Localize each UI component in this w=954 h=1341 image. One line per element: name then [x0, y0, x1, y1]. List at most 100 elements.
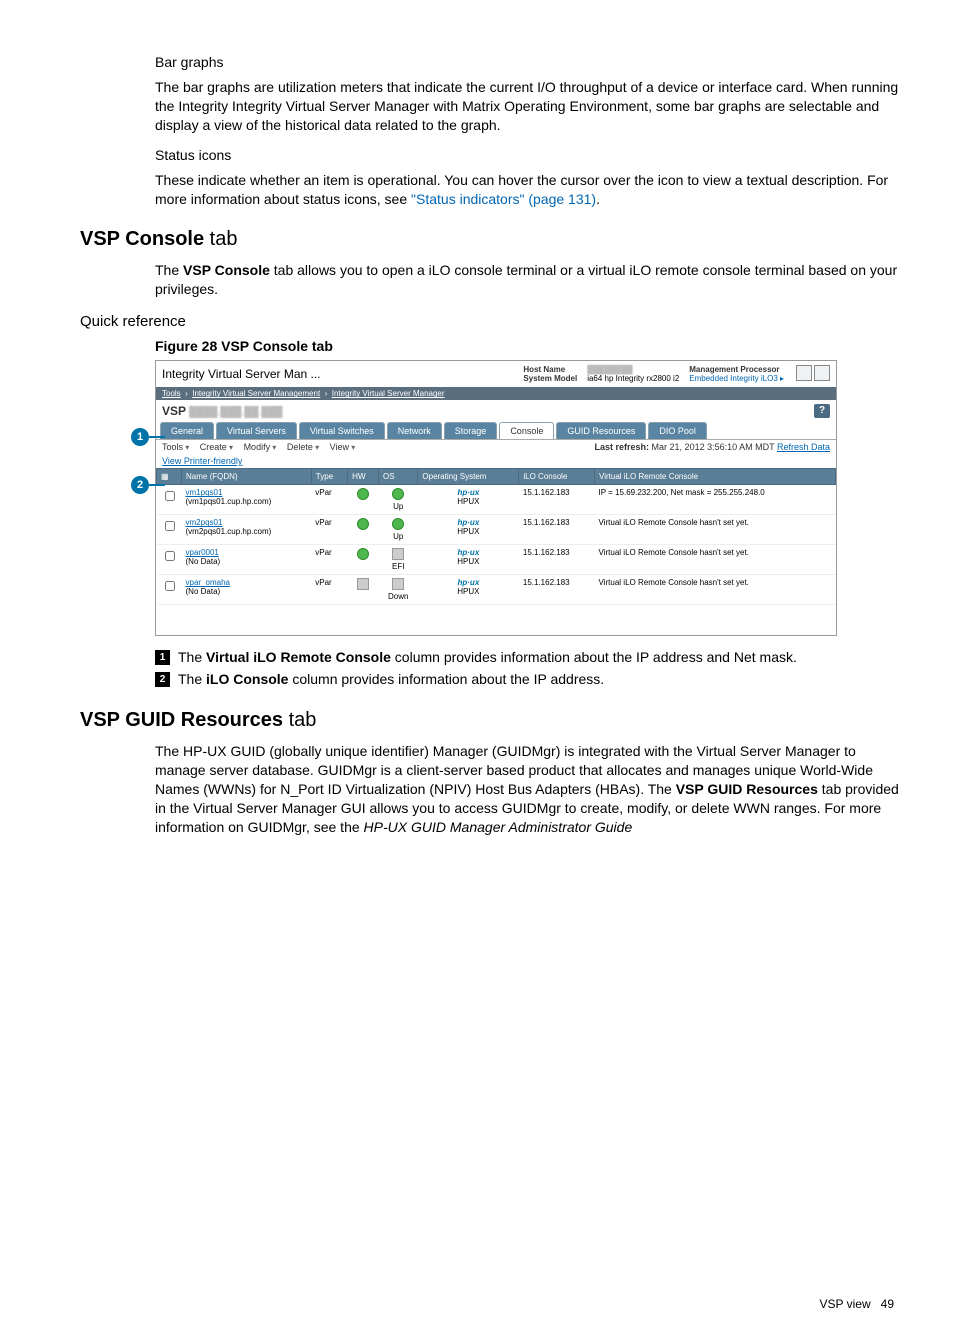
row-os: Up [379, 515, 418, 545]
callout-1-line [149, 436, 165, 438]
vsp-guid-heading: VSP GUID Resources tab [80, 709, 904, 732]
ok-icon [357, 518, 369, 530]
list1-b: Virtual iLO Remote Console [206, 649, 391, 665]
view-toggle-icons[interactable] [794, 365, 830, 383]
system-model-label: System Model [523, 374, 577, 383]
page-footer: VSP view 49 [80, 1297, 904, 1311]
col-checkbox[interactable]: ▦ [157, 469, 182, 485]
row-name-link[interactable]: vpar0001 [186, 548, 219, 557]
row-type: vPar [311, 485, 347, 515]
bar-graphs-heading: Bar graphs [155, 54, 904, 70]
menu-create[interactable]: Create [200, 442, 233, 452]
screenshot: Integrity Virtual Server Man ... Host Na… [155, 360, 837, 636]
help-button[interactable]: ? [814, 404, 830, 418]
table-row: vm1pqs01(vm1pqs01.cup.hp.com)vParUphp·ux… [157, 485, 836, 515]
col-type[interactable]: Type [311, 469, 347, 485]
tab-console[interactable]: Console [499, 422, 554, 439]
host-name-label: Host Name [523, 365, 577, 374]
refresh-link[interactable]: Refresh Data [777, 442, 830, 452]
figure-caption: Figure 28 VSP Console tab [155, 338, 904, 354]
row-ilo: 15.1.162.183 [519, 545, 595, 575]
bar-graphs-paragraph: The bar graphs are utilization meters th… [155, 78, 904, 135]
vsp-label: VSP [162, 404, 186, 418]
list2-c: column provides information about the IP… [288, 671, 604, 687]
menu-modify[interactable]: Modify [244, 442, 277, 452]
row-fqdn: (No Data) [186, 557, 221, 566]
app-title: Integrity Virtual Server Man ... [162, 367, 321, 381]
row-name-link[interactable]: vm1pqs01 [186, 488, 223, 497]
tab-virtual-servers[interactable]: Virtual Servers [216, 422, 297, 439]
host-name-value: ████████ [587, 365, 679, 374]
crumb-manager[interactable]: Integrity Virtual Server Manager [332, 389, 445, 398]
footer-page: 49 [881, 1297, 894, 1311]
row-fqdn: (vm1pqs01.cup.hp.com) [186, 497, 272, 506]
status-indicators-link[interactable]: "Status indicators" (page 131) [411, 191, 596, 207]
row-ilo: 15.1.162.183 [519, 575, 595, 605]
row-hw [348, 545, 379, 575]
list2-a: The [178, 671, 206, 687]
row-hw [348, 575, 379, 605]
guid-b: VSP GUID Resources [676, 781, 818, 797]
row-opsys: hp·uxHPUX [418, 485, 519, 515]
mp-value[interactable]: Embedded Integrity iLO3 ▸ [689, 374, 784, 383]
row-type: vPar [311, 575, 347, 605]
menu-tools[interactable]: Tools [162, 442, 189, 452]
tab-dio-pool[interactable]: DIO Pool [648, 422, 707, 439]
row-opsys: hp·uxHPUX [418, 545, 519, 575]
status-icons-tail: . [596, 191, 600, 207]
row-checkbox[interactable] [165, 551, 175, 561]
vsp-blurred: ████.███.██.███ [189, 407, 282, 418]
row-opsys: hp·uxHPUX [418, 515, 519, 545]
vsp-console-heading: VSP Console tab [80, 228, 904, 251]
status-icons-heading: Status icons [155, 147, 904, 163]
vsp-console-paragraph: The VSP Console tab allows you to open a… [155, 261, 904, 299]
unknown-icon [357, 578, 369, 590]
col-os[interactable]: OS [379, 469, 418, 485]
list1-c: column provides information about the IP… [391, 649, 797, 665]
tab-network[interactable]: Network [387, 422, 442, 439]
row-hw [348, 515, 379, 545]
col-name[interactable]: Name (FQDN) [182, 469, 312, 485]
vsp-guid-paragraph: The HP-UX GUID (globally unique identifi… [155, 742, 904, 836]
vsp-console-text-b: VSP Console [183, 262, 270, 278]
tab-bar: General Virtual Servers Virtual Switches… [156, 422, 836, 439]
row-virtilo: Virtual iLO Remote Console hasn't set ye… [595, 515, 836, 545]
row-name-link[interactable]: vpar_omaha [186, 578, 230, 587]
row-type: vPar [311, 545, 347, 575]
row-fqdn: (No Data) [186, 587, 221, 596]
table-row: vpar0001(No Data)vParEFIhp·uxHPUX15.1.16… [157, 545, 836, 575]
tab-general[interactable]: General [160, 422, 214, 439]
vsp-console-heading-light: tab [204, 228, 237, 250]
refresh-label: Last refresh: [595, 442, 650, 452]
row-checkbox[interactable] [165, 521, 175, 531]
callout-2-line [149, 484, 165, 486]
crumb-ivsm[interactable]: Integrity Virtual Server Management [192, 389, 320, 398]
row-ilo: 15.1.162.183 [519, 485, 595, 515]
printer-friendly-link[interactable]: View Printer-friendly [162, 456, 242, 466]
breadcrumb: Tools › Integrity Virtual Server Managem… [156, 387, 836, 400]
row-virtilo: Virtual iLO Remote Console hasn't set ye… [595, 575, 836, 605]
col-virtilo[interactable]: Virtual iLO Remote Console [595, 469, 836, 485]
refresh-timestamp: Mar 21, 2012 3:56:10 AM MDT [652, 442, 775, 452]
row-checkbox[interactable] [165, 581, 175, 591]
list-marker-1: 1 [155, 650, 170, 665]
ok-icon [357, 488, 369, 500]
system-model-value: ia64 hp Integrity rx2800 i2 [587, 374, 679, 383]
menu-delete[interactable]: Delete [287, 442, 319, 452]
crumb-tools[interactable]: Tools [162, 389, 181, 398]
tab-storage[interactable]: Storage [444, 422, 498, 439]
unknown-icon [392, 548, 404, 560]
tab-virtual-switches[interactable]: Virtual Switches [299, 422, 385, 439]
row-name-link[interactable]: vm2pqs01 [186, 518, 223, 527]
menu-view[interactable]: View [330, 442, 356, 452]
list1-a: The [178, 649, 206, 665]
list2-b: iLO Console [206, 671, 288, 687]
mp-label: Management Processor [689, 365, 784, 374]
col-ilo[interactable]: iLO Console [519, 469, 595, 485]
tab-guid-resources[interactable]: GUID Resources [556, 422, 646, 439]
col-hw[interactable]: HW [348, 469, 379, 485]
col-opsys[interactable]: Operating System [418, 469, 519, 485]
ok-icon [392, 518, 404, 530]
row-checkbox[interactable] [165, 491, 175, 501]
refresh-area: Last refresh: Mar 21, 2012 3:56:10 AM MD… [595, 442, 831, 452]
